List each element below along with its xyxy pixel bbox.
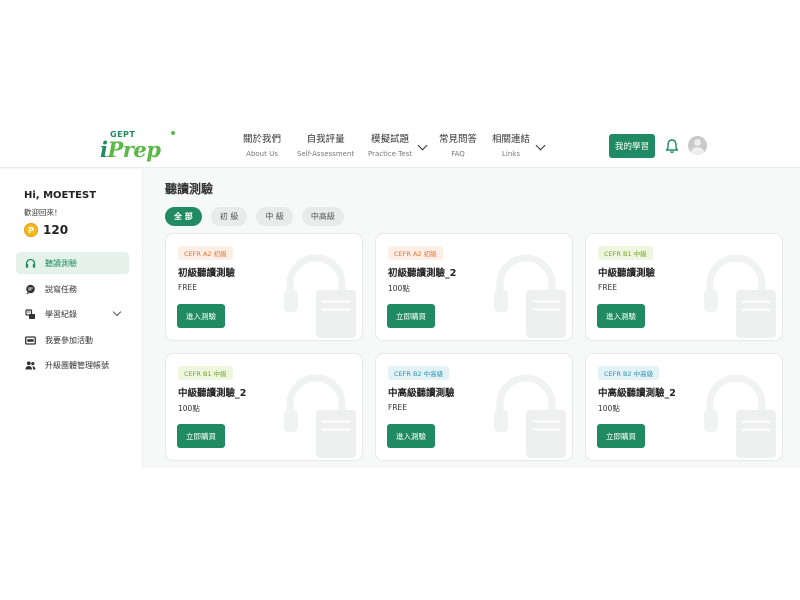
level-tag: CEFR B2 中高級 [598, 366, 660, 380]
card-price: FREE [598, 283, 618, 292]
sidebar-item-label: 學習紀錄 [45, 309, 77, 319]
user-greeting: Hi, MOETEST [24, 190, 97, 201]
sidebar-item-label: 聽讀測驗 [45, 258, 77, 268]
test-card: CEFR B2 中高級 中高級聽讀測驗_2 100點 立即購買 [585, 353, 783, 461]
test-card: CEFR B1 中級 中級聽讀測驗 FREE 進入測驗 [585, 233, 783, 341]
card-title: 初級聽讀測驗 [178, 268, 236, 279]
page-title: 聽讀測驗 [165, 182, 214, 196]
sidebar: Hi, MOETEST 歡迎回來！ P 120 聽讀測驗 說寫任務 學習紀錄 我… [0, 169, 143, 468]
level-tag: CEFR A2 初級 [178, 246, 233, 260]
card-title: 中級聽讀測驗 [598, 268, 656, 279]
headphones-decoration-icon [704, 374, 776, 458]
filter-elementary[interactable]: 初 級 [210, 207, 248, 226]
level-tag: CEFR B2 中高級 [388, 366, 450, 380]
sidebar-item-upgrade-group-account[interactable]: 升級團體管理帳號 [16, 354, 129, 376]
headphones-decoration-icon [284, 374, 356, 458]
headphones-decoration-icon [494, 254, 566, 338]
sidebar-item-label: 說寫任務 [45, 284, 77, 294]
sidebar-item-label: 升級團體管理帳號 [45, 360, 109, 370]
level-tag: CEFR B1 中級 [178, 366, 233, 380]
nav-practice-test[interactable]: 模擬試題 Practice Test [368, 133, 428, 159]
card-price: FREE [388, 403, 408, 412]
chevron-down-icon[interactable] [535, 140, 546, 151]
test-card: CEFR A2 初級 初級聽讀測驗_2 100點 立即購買 [375, 233, 573, 341]
nav-practice-test-sublabel: Practice Test [368, 150, 412, 158]
card-price: FREE [178, 283, 198, 292]
group-icon [25, 360, 36, 371]
level-tag: CEFR B1 中級 [598, 246, 653, 260]
enter-test-button[interactable]: 進入測驗 [597, 304, 645, 328]
nav-links[interactable]: 相關連結 Links [492, 133, 546, 159]
buy-now-button[interactable]: 立即購買 [597, 424, 645, 448]
logo-dot [171, 131, 175, 135]
card-title: 中高級聽讀測驗 [388, 388, 455, 399]
nav-links-sublabel: Links [502, 150, 520, 158]
chevron-down-icon[interactable] [417, 140, 428, 151]
card-title: 初級聽讀測驗_2 [388, 268, 457, 279]
points-coin-icon: P [24, 223, 38, 237]
level-tag: CEFR A2 初級 [388, 246, 443, 260]
points-balance: 120 [43, 223, 69, 237]
nav-self-assessment-sublabel: Self-Assessment [297, 150, 355, 158]
sidebar-item-learning-record[interactable]: 學習紀錄 [16, 303, 129, 325]
nav-faq[interactable]: 常見問答 FAQ [439, 133, 477, 159]
filter-all[interactable]: 全 部 [165, 207, 202, 226]
buy-now-button[interactable]: 立即購買 [177, 424, 225, 448]
test-card: CEFR B1 中級 中級聽讀測驗_2 100點 立即購買 [165, 353, 363, 461]
nav-about-us[interactable]: 關於我們 About Us [243, 133, 281, 159]
filter-intermediate[interactable]: 中 級 [256, 207, 293, 226]
top-header: GEPT iPrep 關於我們 About Us 自我評量 Self-Asses… [0, 128, 800, 168]
card-title: 中級聽讀測驗_2 [178, 388, 247, 399]
bell-icon[interactable] [665, 138, 679, 154]
chat-icon [25, 284, 36, 295]
sidebar-item-listening-reading[interactable]: 聽讀測驗 [16, 252, 129, 274]
card-price: 100點 [388, 284, 410, 293]
my-learning-button[interactable]: 我的學習 [609, 134, 655, 158]
filter-high-intermediate[interactable]: 中高級 [301, 207, 344, 226]
welcome-text: 歡迎回來！ [24, 208, 62, 217]
card-price: 100點 [598, 404, 620, 413]
test-card: CEFR B2 中高級 中高級聽讀測驗 FREE 進入測驗 [375, 353, 573, 461]
chevron-down-icon[interactable] [112, 307, 122, 317]
headphones-icon [25, 258, 36, 269]
level-filter-tabs: 全 部 初 級 中 級 中高級 [165, 207, 344, 226]
app-viewport: GEPT iPrep 關於我們 About Us 自我評量 Self-Asses… [0, 128, 800, 468]
buy-now-button[interactable]: 立即購買 [387, 304, 435, 328]
record-icon [25, 308, 36, 320]
test-card: CEFR A2 初級 初級聽讀測驗 FREE 進入測驗 [165, 233, 363, 341]
sidebar-item-label: 我要參加活動 [45, 335, 93, 345]
nav-faq-label: 常見問答 [439, 134, 478, 145]
nav-about-us-label: 關於我們 [243, 134, 282, 145]
enter-test-button[interactable]: 進入測驗 [387, 424, 435, 448]
gept-iprep-logo[interactable]: GEPT iPrep [100, 130, 180, 164]
nav-about-us-sublabel: About Us [246, 150, 278, 158]
logo-word: iPrep [100, 137, 161, 162]
nav-links-label: 相關連結 [492, 134, 531, 145]
sidebar-item-join-activity[interactable]: 我要參加活動 [16, 329, 129, 351]
sidebar-item-speaking-writing[interactable]: 說寫任務 [16, 278, 129, 300]
nav-self-assessment[interactable]: 自我評量 Self-Assessment [297, 133, 354, 159]
nav-faq-sublabel: FAQ [451, 150, 465, 158]
ticket-icon [25, 335, 36, 346]
headphones-decoration-icon [704, 254, 776, 338]
avatar-icon[interactable] [688, 136, 707, 155]
card-title: 中高級聽讀測驗_2 [598, 388, 676, 399]
nav-self-assessment-label: 自我評量 [306, 134, 345, 145]
nav-practice-test-label: 模擬試題 [370, 134, 409, 145]
card-price: 100點 [178, 404, 200, 413]
headphones-decoration-icon [494, 374, 566, 458]
enter-test-button[interactable]: 進入測驗 [177, 304, 225, 328]
headphones-decoration-icon [284, 254, 356, 338]
